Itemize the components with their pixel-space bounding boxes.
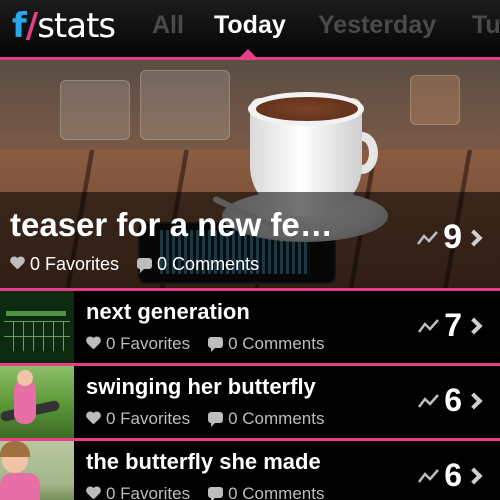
coffee	[256, 97, 358, 121]
favorites-count: 0 Favorites	[30, 254, 120, 274]
item-title: next generation	[86, 299, 250, 324]
item-meta: 0 Favorites 0 Comments	[86, 333, 324, 355]
chevron-right-icon[interactable]	[465, 392, 483, 409]
item-title: the butterfly she made	[86, 449, 321, 474]
comment-icon	[208, 337, 224, 353]
favorites-count: 0 Favorites	[106, 334, 191, 353]
favorites-count: 0 Favorites	[106, 409, 191, 428]
tab-yesterday[interactable]: Yesterday	[318, 10, 436, 40]
background-glass	[140, 70, 230, 140]
comments-count: 0 Comments	[157, 254, 260, 274]
item-score: 6	[418, 457, 483, 494]
trend-icon	[417, 230, 439, 245]
top-bar: f/stats All Today Yesterday Tu	[0, 0, 500, 57]
list-item[interactable]: next generation 0 Favorites 0 Comments 7	[0, 291, 500, 363]
comment-icon	[208, 487, 224, 500]
score-value: 7	[444, 307, 462, 343]
comment-icon	[208, 412, 224, 428]
heart-icon	[86, 337, 100, 349]
list-item[interactable]: swinging her butterfly 0 Favorites 0 Comm…	[0, 366, 500, 438]
logo-stats: stats	[37, 6, 116, 46]
score-value: 6	[444, 382, 462, 418]
chevron-right-icon[interactable]	[465, 229, 483, 246]
trend-icon	[418, 393, 440, 408]
chevron-right-icon[interactable]	[465, 317, 483, 334]
item-title: swinging her butterfly	[86, 374, 316, 399]
active-tab-indicator	[240, 49, 256, 57]
item-thumbnail	[0, 441, 74, 500]
logo-f: f	[12, 6, 27, 46]
item-score: 6	[418, 382, 483, 419]
item-thumbnail	[0, 291, 74, 363]
logo-slash: /	[25, 6, 38, 46]
heart-icon	[10, 257, 24, 269]
comments-count: 0 Comments	[228, 334, 325, 353]
chevron-right-icon[interactable]	[465, 467, 483, 484]
item-meta: 0 Favorites 0 Comments	[86, 408, 324, 430]
comment-icon	[137, 257, 153, 273]
item-thumbnail	[0, 366, 74, 438]
score-value: 6	[444, 457, 462, 493]
score-value: 9	[443, 218, 462, 256]
comments-count: 0 Comments	[228, 484, 325, 500]
trend-icon	[418, 468, 440, 483]
tab-all[interactable]: All	[152, 10, 184, 40]
featured-meta: 0 Favorites 0 Comments	[10, 252, 259, 276]
featured-score: 9	[417, 218, 483, 257]
item-score: 7	[418, 307, 483, 344]
background-vase	[410, 75, 460, 125]
tab-next[interactable]: Tu	[472, 10, 500, 40]
heart-icon	[86, 487, 100, 499]
background-glass	[60, 80, 130, 140]
comments-count: 0 Comments	[228, 409, 325, 428]
favorites-count: 0 Favorites	[106, 484, 191, 500]
heart-icon	[86, 412, 100, 424]
featured-title: teaser for a new fe…	[10, 206, 333, 243]
trend-icon	[418, 318, 440, 333]
app-logo: f/stats	[12, 6, 116, 46]
tab-today[interactable]: Today	[214, 10, 286, 40]
list-item[interactable]: the butterfly she made 0 Favorites 0 Comm…	[0, 441, 500, 500]
item-meta: 0 Favorites 0 Comments	[86, 483, 324, 500]
